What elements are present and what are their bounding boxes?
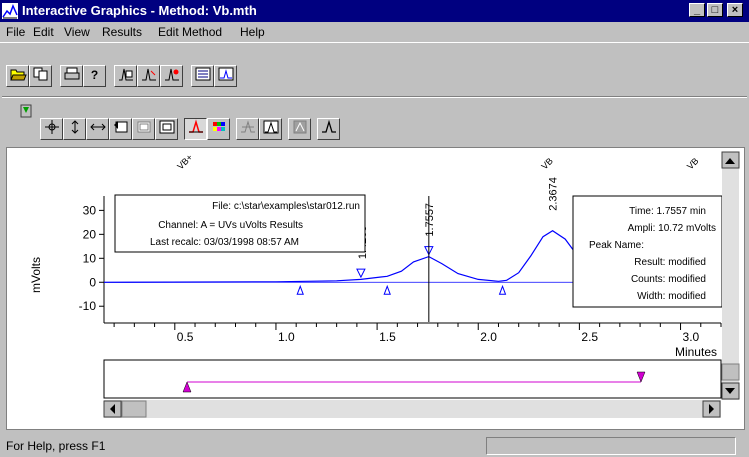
x-tick-label: 3.0 xyxy=(683,330,700,344)
baseline-code-label: VB xyxy=(539,156,555,172)
vertical-scrollbar[interactable] xyxy=(722,152,739,400)
x-tick-label: 1.0 xyxy=(278,330,295,344)
x-tick-label: 2.0 xyxy=(480,330,497,344)
file-path-text: File: c:\star\examples\star012.run xyxy=(212,201,360,212)
x-tick-label: 1.5 xyxy=(379,330,396,344)
x-axis-label: Minutes xyxy=(675,345,717,359)
status-panel xyxy=(486,437,736,455)
peak-start-marker xyxy=(383,284,391,295)
x-tick-label: 2.5 xyxy=(581,330,598,344)
y-tick-label: 0 xyxy=(89,275,96,289)
status-bar: For Help, press F1 xyxy=(0,434,749,457)
vertical-scroll-thumb[interactable] xyxy=(721,363,740,381)
channel-text: Channel: A = UVs uVolts Results xyxy=(158,220,303,231)
y-axis-label: mVolts xyxy=(29,257,43,293)
peak-time-label: 1.7557 xyxy=(424,203,436,237)
chromatogram-plot[interactable]: 3020100-100.51.01.52.02.53.0 1.42651.755… xyxy=(0,0,749,457)
baseline-code-label: VB xyxy=(685,156,701,172)
peak-result-text: Result: modified xyxy=(634,257,706,268)
peak-marker-layer xyxy=(296,246,507,295)
peak-start-marker xyxy=(296,284,304,295)
peak-width-text: Width: modified xyxy=(637,291,706,302)
y-tick-label: -10 xyxy=(79,299,97,313)
y-tick-label: 30 xyxy=(83,203,97,217)
peak-name-text: Peak Name: xyxy=(589,240,644,251)
peak-end-marker xyxy=(356,268,366,279)
baseline-code-label: VB+ xyxy=(175,152,194,171)
peak-time-text: Time: 1.7557 min xyxy=(629,206,706,217)
horizontal-scroll-thumb[interactable] xyxy=(121,400,147,418)
peak-time-label: 2.3674 xyxy=(548,177,560,211)
x-tick-label: 0.5 xyxy=(177,330,194,344)
y-tick-label: 20 xyxy=(83,227,97,241)
y-tick-label: 10 xyxy=(83,251,97,265)
marker-strip[interactable] xyxy=(103,359,722,399)
peak-ampli-text: Ampli: 10.72 mVolts xyxy=(628,223,716,234)
peak-counts-text: Counts: modified xyxy=(631,274,706,285)
horizontal-scrollbar[interactable] xyxy=(104,400,721,418)
status-text: For Help, press F1 xyxy=(6,439,106,453)
recalc-text: Last recalc: 03/03/1998 08:57 AM xyxy=(150,237,299,248)
peak-start-marker xyxy=(498,284,507,295)
